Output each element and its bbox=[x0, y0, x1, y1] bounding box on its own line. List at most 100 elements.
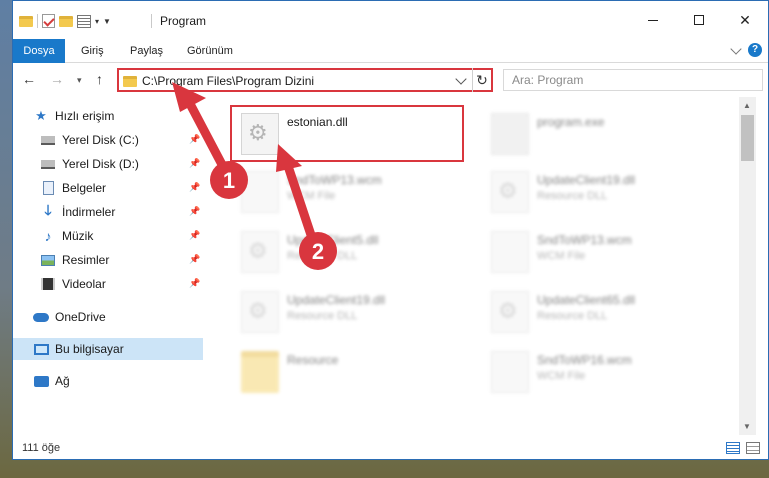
file-item[interactable]: UpdateClient19.dll Resource DLL bbox=[485, 163, 725, 219]
documents-icon bbox=[40, 180, 56, 196]
ribbon-controls: ? bbox=[730, 42, 762, 57]
exe-icon bbox=[491, 113, 529, 155]
navigation-pane: ★ Hızlı erişim Yerel Disk (C:) 📌 Yerel D… bbox=[13, 101, 203, 435]
sidebar-item-label: Resimler bbox=[62, 253, 110, 267]
vertical-scrollbar[interactable]: ▲ ▼ bbox=[739, 97, 756, 435]
refresh-icon[interactable]: ↻ bbox=[472, 68, 491, 92]
search-input[interactable]: Ara: Program bbox=[503, 69, 763, 91]
file-type: Resource DLL bbox=[537, 310, 608, 322]
file-name: SndToWP16.wcm bbox=[537, 353, 632, 367]
recent-locations-chevron-icon[interactable]: ▾ bbox=[77, 75, 82, 86]
file-item-resource-folder[interactable]: Resource bbox=[235, 343, 475, 399]
network-icon bbox=[33, 373, 49, 389]
folder-icon bbox=[123, 76, 137, 87]
pin-icon[interactable]: 📌 bbox=[189, 158, 200, 169]
disk-icon bbox=[40, 132, 56, 148]
videos-icon bbox=[40, 276, 56, 292]
tab-file[interactable]: Dosya bbox=[13, 39, 65, 63]
ribbon-tabs: Dosya Giriş Paylaş Görünüm ? bbox=[13, 39, 768, 63]
address-bar[interactable]: C:\Program Files\Program Dizini ↻ bbox=[117, 68, 493, 92]
close-button[interactable]: ✕ bbox=[722, 1, 768, 39]
sidebar-item-pictures[interactable]: Resimler 📌 bbox=[13, 249, 203, 271]
customize-icon[interactable] bbox=[77, 14, 91, 28]
new-folder-icon[interactable] bbox=[59, 15, 73, 27]
qat-customize-arrow-icon[interactable]: ▼ bbox=[103, 17, 111, 26]
computer-icon bbox=[33, 341, 49, 357]
address-dropdown-chevron-icon[interactable] bbox=[455, 73, 467, 85]
close-icon: ✕ bbox=[739, 11, 751, 28]
sidebar-item-local-disk-d[interactable]: Yerel Disk (D:) 📌 bbox=[13, 153, 203, 175]
scroll-down-icon[interactable]: ▼ bbox=[743, 422, 751, 431]
sidebar-item-music[interactable]: ♪ Müzik 📌 bbox=[13, 225, 203, 247]
large-icons-view-icon[interactable] bbox=[746, 442, 760, 454]
tab-view[interactable]: Görünüm bbox=[187, 39, 233, 63]
pin-icon[interactable]: 📌 bbox=[189, 134, 200, 145]
file-type: Resource DLL bbox=[287, 310, 358, 322]
file-item[interactable]: SndToWP16.wcm WCM File bbox=[485, 343, 725, 399]
file-item[interactable]: UpdateClient5.dll Resource DLL bbox=[235, 223, 475, 279]
highlight-box-estonian-dll bbox=[230, 105, 464, 162]
tab-share[interactable]: Paylaş bbox=[130, 39, 163, 63]
dll-icon bbox=[491, 291, 529, 333]
sidebar-item-downloads[interactable]: 🡓 İndirmeler 📌 bbox=[13, 201, 203, 223]
sidebar-item-label: Yerel Disk (C:) bbox=[62, 133, 139, 147]
sidebar-item-videos[interactable]: Videolar 📌 bbox=[13, 273, 203, 295]
up-arrow-icon[interactable]: ↑ bbox=[96, 71, 103, 87]
explorer-window: ▾ ▼ Program ✕ Dosya Giriş Paylaş Görünüm… bbox=[12, 0, 769, 460]
file-type: WCM File bbox=[537, 370, 586, 382]
minimize-button[interactable] bbox=[630, 1, 676, 39]
download-icon: 🡓 bbox=[44, 202, 52, 218]
help-icon[interactable]: ? bbox=[748, 43, 762, 57]
sidebar-item-network[interactable]: Ağ bbox=[13, 370, 203, 392]
sidebar-item-onedrive[interactable]: OneDrive bbox=[13, 306, 203, 328]
minimize-icon bbox=[648, 19, 658, 21]
sidebar-item-label: Yerel Disk (D:) bbox=[62, 157, 139, 171]
scroll-thumb[interactable] bbox=[741, 115, 754, 161]
sidebar-item-documents[interactable]: Belgeler 📌 bbox=[13, 177, 203, 199]
file-type: Resource DLL bbox=[287, 250, 358, 262]
details-view-icon[interactable] bbox=[726, 442, 740, 454]
pin-icon[interactable]: 📌 bbox=[189, 182, 200, 193]
maximize-button[interactable] bbox=[676, 1, 722, 39]
view-switcher bbox=[726, 442, 760, 454]
document-icon bbox=[491, 231, 529, 273]
file-item[interactable]: UpdateClient19.dll Resource DLL bbox=[235, 283, 475, 339]
file-item-program-exe[interactable]: program.exe bbox=[485, 105, 725, 161]
file-type: WCM File bbox=[537, 250, 586, 262]
properties-checkmark-icon[interactable] bbox=[42, 14, 55, 28]
back-arrow-icon[interactable]: ← bbox=[22, 71, 36, 87]
navigation-bar: ← → ▾ ↑ C:\Program Files\Program Dizini … bbox=[13, 63, 768, 97]
document-icon bbox=[491, 351, 529, 393]
disk-icon bbox=[40, 156, 56, 172]
dll-icon bbox=[241, 291, 279, 333]
file-name: Resource bbox=[287, 353, 339, 367]
quick-access-toolbar: ▾ ▼ bbox=[19, 12, 111, 30]
file-name: SndToWP13.wcm bbox=[537, 233, 632, 247]
sidebar-item-label: Hızlı erişim bbox=[55, 109, 115, 123]
sidebar-item-this-pc[interactable]: Bu bilgisayar bbox=[13, 338, 203, 360]
sidebar-item-local-disk-c[interactable]: Yerel Disk (C:) 📌 bbox=[13, 129, 203, 151]
status-bar: 111 öğe bbox=[13, 437, 768, 459]
star-icon: ★ bbox=[35, 108, 47, 123]
file-name: UpdateClient19.dll bbox=[537, 173, 636, 187]
pin-icon[interactable]: 📌 bbox=[189, 230, 200, 241]
address-path[interactable]: C:\Program Files\Program Dizini bbox=[142, 74, 314, 88]
file-name: UpdateClient5.dll bbox=[287, 233, 379, 247]
dll-icon bbox=[491, 171, 529, 213]
pin-icon[interactable]: 📌 bbox=[189, 278, 200, 289]
file-name: program.exe bbox=[537, 115, 605, 129]
sidebar-item-label: Bu bilgisayar bbox=[55, 342, 124, 356]
sidebar-item-quick-access[interactable]: ★ Hızlı erişim bbox=[13, 105, 203, 127]
folder-icon bbox=[19, 15, 33, 27]
file-item[interactable]: UpdateClient65.dll Resource DLL bbox=[485, 283, 725, 339]
expand-ribbon-chevron-icon[interactable] bbox=[730, 42, 742, 55]
pin-icon[interactable]: 📌 bbox=[189, 206, 200, 217]
file-item[interactable]: SndToWP13.wcm WCM File bbox=[235, 163, 475, 219]
qat-dropdown-icon[interactable]: ▾ bbox=[95, 17, 99, 26]
sidebar-item-label: Müzik bbox=[62, 229, 94, 243]
tab-home[interactable]: Giriş bbox=[81, 39, 104, 63]
forward-arrow-icon[interactable]: → bbox=[50, 71, 64, 87]
scroll-up-icon[interactable]: ▲ bbox=[743, 101, 751, 110]
file-item[interactable]: SndToWP13.wcm WCM File bbox=[485, 223, 725, 279]
pin-icon[interactable]: 📌 bbox=[189, 254, 200, 265]
